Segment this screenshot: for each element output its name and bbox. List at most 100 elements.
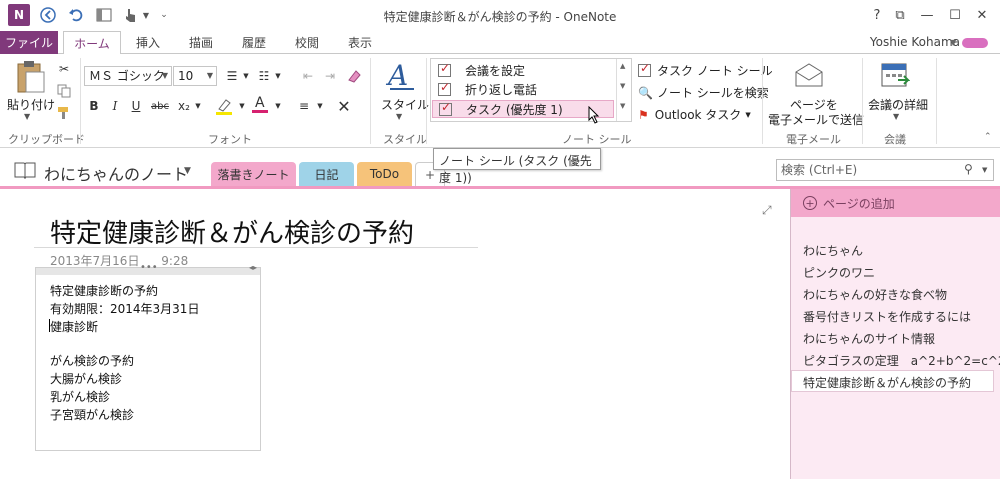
note-line[interactable]: 有効期限：2014年3月31日 (50, 300, 199, 317)
notebook-dropdown-icon[interactable]: ▼ (184, 166, 191, 176)
highlight-dropdown-icon[interactable]: ▼ (232, 96, 252, 116)
delete-icon[interactable]: ✕ (334, 96, 354, 116)
todo-tag-button[interactable]: ✓ タスク ノート シール (638, 61, 773, 79)
collapse-ribbon-icon[interactable]: ⌃ (984, 132, 992, 142)
section-tab-diary[interactable]: 日記 (299, 162, 354, 186)
tag-item-meeting[interactable]: 会議を設定 (432, 61, 614, 79)
italic-button[interactable]: I (105, 96, 125, 116)
help-button[interactable]: ? (865, 4, 889, 26)
scroll-down-icon[interactable]: ▼ (620, 82, 625, 90)
tab-home[interactable]: ホーム (63, 31, 121, 55)
underline-button[interactable]: U (126, 96, 146, 116)
note-line[interactable]: 健康診断 (50, 318, 98, 335)
scroll-up-icon[interactable]: ▲ (620, 62, 625, 70)
tab-draw[interactable]: 描画 (180, 31, 222, 54)
separator (80, 58, 81, 144)
user-dropdown-icon[interactable]: ▼ (950, 38, 956, 47)
paste-icon[interactable] (14, 60, 46, 97)
align-dropdown-icon[interactable]: ▼ (310, 96, 330, 116)
strikethrough-button[interactable]: abc (148, 96, 172, 116)
checkbox-icon (439, 100, 452, 116)
cut-icon[interactable]: ✂ (54, 59, 74, 79)
page-list-item-active[interactable]: 特定健康診断＆がん検診の予約 (803, 374, 971, 391)
styles-dropdown-icon[interactable]: ▼ (396, 112, 402, 121)
tab-insert[interactable]: 挿入 (127, 31, 169, 54)
font-size-select[interactable]: 10 ▼ (173, 66, 217, 86)
meeting-details-icon[interactable] (880, 60, 911, 93)
gallery-scrollbar[interactable]: ▲ ▼ ▼ (616, 59, 631, 121)
increase-indent-icon[interactable]: ⇥ (320, 66, 340, 86)
search-icon[interactable]: ⚲ (964, 162, 973, 176)
separator (936, 58, 937, 144)
page-list-item[interactable]: わにちゃん (803, 242, 863, 259)
minimize-button[interactable]: — (915, 4, 939, 26)
drag-handle-icon[interactable]: ••• (140, 262, 158, 273)
bold-button[interactable]: B (84, 96, 104, 116)
checkbox-icon (438, 80, 451, 96)
note-line[interactable]: 大腸がん検診 (50, 370, 122, 387)
page-title[interactable]: 特定健康診断＆がん検診の予約 (50, 213, 414, 250)
find-tags-button[interactable]: 🔍 ノート シールを検索 (638, 84, 769, 101)
font-name-value: ＭＳ ゴシック (89, 69, 165, 83)
outlook-tasks-button[interactable]: ⚑ Outlook タスク ▼ (638, 106, 751, 123)
notebook-name[interactable]: わにちゃんのノート (44, 161, 188, 185)
tab-view[interactable]: 表示 (339, 31, 381, 54)
page-list: + ページの追加 わにちゃん ピンクのワニ わにちゃんの好きな食べ物 番号付きリ… (790, 189, 1000, 479)
email-page-label-2[interactable]: 電子メールで送信 (768, 111, 864, 128)
page-list-item[interactable]: わにちゃんのサイト情報 (803, 330, 935, 347)
tag-item-callback[interactable]: 折り返し電話 (432, 80, 614, 98)
clear-formatting-icon[interactable] (344, 66, 364, 86)
group-label-styles: スタイル (383, 133, 427, 146)
font-name-select[interactable]: ＭＳ ゴシック ▼ (84, 66, 172, 86)
group-label-email: 電子メール (786, 133, 841, 146)
format-painter-icon[interactable] (54, 103, 74, 123)
paste-button[interactable]: 貼り付け (7, 96, 55, 113)
font-color-dropdown-icon[interactable]: ▼ (268, 96, 288, 116)
page-list-item[interactable]: ピタゴラスの定理 a^2+b^2=c^2 (803, 352, 1000, 369)
flag-icon: ⚑ (638, 107, 649, 122)
add-page-label: ページの追加 (823, 196, 895, 211)
maximize-button[interactable]: ☐ (943, 4, 967, 26)
paste-dropdown-icon[interactable]: ▼ (24, 112, 30, 121)
search-input[interactable]: 検索 (Ctrl+E) (776, 159, 994, 181)
avatar[interactable] (962, 38, 988, 48)
search-scope-dropdown-icon[interactable]: ▼ (982, 166, 987, 174)
page-list-item[interactable]: 番号付きリストを作成するには (803, 308, 971, 325)
add-page-button[interactable]: + ページの追加 (791, 189, 1000, 217)
note-line[interactable]: がん検診の予約 (50, 352, 134, 369)
font-color-icon[interactable]: A (250, 94, 270, 114)
tab-file[interactable]: ファイル (0, 31, 58, 54)
meeting-dropdown-icon[interactable]: ▼ (893, 112, 899, 121)
tab-history[interactable]: 履歴 (233, 31, 275, 54)
meeting-details-button[interactable]: 会議の詳細 (868, 96, 928, 113)
tab-review[interactable]: 校閲 (286, 31, 328, 54)
tag-label: 会議を設定 (465, 63, 526, 78)
page-list-item[interactable]: わにちゃんの好きな食べ物 (803, 286, 947, 303)
tag-item-task-priority1[interactable]: タスク (優先度 1) (432, 100, 614, 118)
note-container[interactable]: ••• ◂▸ 特定健康診断の予約 有効期限：2014年3月31日 健康診断 がん… (35, 262, 261, 451)
bullets-dropdown-icon[interactable]: ▼ (236, 66, 256, 86)
highlight-icon[interactable] (214, 96, 234, 116)
notebook-icon[interactable] (14, 161, 36, 182)
numbering-dropdown-icon[interactable]: ▼ (268, 66, 288, 86)
styles-icon[interactable]: A (384, 59, 418, 96)
section-tab-todo[interactable]: ToDo (357, 162, 412, 186)
container-drag-bar[interactable]: ••• ◂▸ (36, 262, 260, 275)
full-page-view-button[interactable]: ⧉ (888, 4, 912, 26)
section-tab-doodle[interactable]: 落書きノート (211, 162, 296, 186)
decrease-indent-icon[interactable]: ⇤ (298, 66, 318, 86)
expand-icon[interactable]: ⤢ (762, 203, 772, 218)
email-icon[interactable] (794, 62, 824, 91)
note-line[interactable]: 特定健康診断の予約 (50, 282, 158, 299)
note-line[interactable]: 乳がん検診 (50, 388, 110, 405)
page-list-item[interactable]: ピンクのワニ (803, 264, 875, 281)
resize-handle-icon[interactable]: ◂▸ (249, 263, 257, 272)
styles-button[interactable]: スタイル (381, 96, 429, 113)
gallery-more-icon[interactable]: ▼ (620, 102, 625, 110)
user-name[interactable]: Yoshie Kohama (870, 35, 960, 49)
checkbox-icon: ✓ (638, 61, 651, 77)
copy-icon[interactable] (54, 81, 74, 101)
subscript-dropdown-icon[interactable]: ▼ (188, 96, 208, 116)
note-line[interactable]: 子宮頸がん検診 (50, 406, 134, 423)
close-button[interactable]: ✕ (970, 4, 994, 26)
